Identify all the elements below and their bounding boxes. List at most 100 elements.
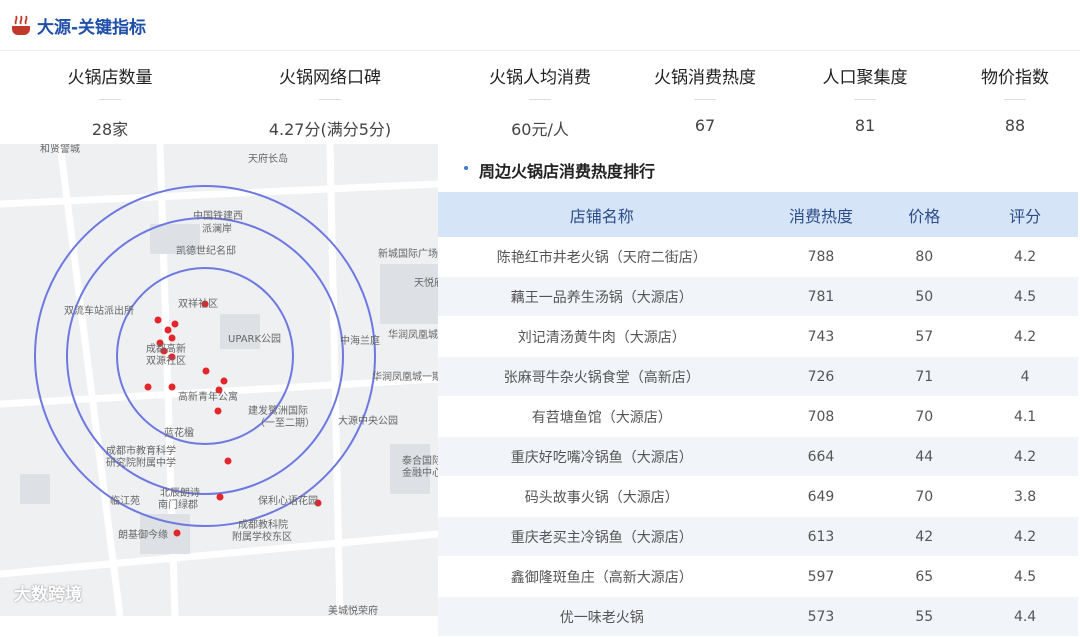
kpi-label: 人口聚集度 — [822, 68, 908, 88]
store-marker — [168, 383, 176, 391]
table-row[interactable]: 陈艳红市井老火锅（天府二街店） 788 80 4.2 — [438, 237, 1078, 277]
table-row[interactable]: 有苕塘鱼馆（大源店） 708 70 4.1 — [438, 396, 1078, 437]
table-row[interactable]: 重庆好吃嘴冷锅鱼（大源店） 664 44 4.2 — [438, 436, 1078, 477]
heat-cell: 597 — [765, 556, 877, 597]
store-marker — [216, 493, 224, 501]
store-name: 刘记清汤黄牛肉（大源店） — [438, 316, 766, 357]
map-label: 大源中央公园 — [338, 416, 398, 427]
rating-cell: 4.2 — [972, 436, 1078, 477]
map-label: 双源社区 — [146, 356, 186, 367]
rating-cell: 4.2 — [972, 237, 1078, 277]
store-name: 重庆老买主冷锅鱼（大源店） — [438, 516, 766, 557]
column-header-heat[interactable]: 消费热度 — [765, 192, 877, 237]
store-marker — [168, 334, 176, 342]
table-row[interactable]: 鑫御隆斑鱼庄（高新大源店） 597 65 4.5 — [438, 556, 1078, 597]
page-title: 大源-关键指标 — [37, 18, 147, 38]
price-cell: 71 — [876, 356, 973, 397]
kpi-reputation: 火锅网络口碑 4.27分(满分5分) — [220, 51, 440, 145]
store-name: 陈艳红市井老火锅（天府二街店） — [438, 237, 766, 277]
table-row[interactable]: 张麻哥牛杂火锅食堂（高新店） 726 71 4 — [438, 356, 1078, 397]
map-label: 成都高新 — [146, 344, 186, 355]
rating-cell: 4.2 — [972, 516, 1078, 557]
map-label: 华润凤凰城一期 — [372, 372, 438, 383]
heat-cell: 708 — [765, 396, 877, 437]
rating-cell: 4.4 — [972, 596, 1078, 637]
heat-cell: 788 — [765, 237, 877, 277]
heat-cell: 743 — [765, 316, 877, 357]
map-label: 天府长岛 — [248, 154, 288, 165]
map-label: 研究院附属中学 — [106, 458, 176, 469]
ranking-title: 周边火锅店消费热度排行 — [479, 162, 656, 181]
rating-cell: 4.5 — [972, 556, 1078, 597]
kpi-value: 81 — [854, 116, 876, 135]
map-panel[interactable]: 和贤警城 天府长岛 中国铁建西 派澜岸 凯德世纪名邸 新城国际广场 天悦府 双流… — [0, 144, 438, 616]
price-cell: 55 — [876, 596, 973, 637]
price-cell: 42 — [876, 516, 973, 557]
brand-logo: 大数跨境 — [14, 585, 82, 605]
store-marker — [224, 457, 232, 465]
map-label: 保利心语花园 — [258, 496, 318, 507]
price-cell: 50 — [876, 276, 973, 317]
map-label: （一至二期） — [255, 418, 315, 429]
map-label: 凯德世纪名邸 — [176, 246, 236, 257]
kpi-value: 28家 — [91, 120, 129, 139]
column-header-rating[interactable]: 评分 — [972, 192, 1078, 237]
kpi-value: 60元/人 — [511, 120, 569, 139]
rating-cell: 4 — [972, 356, 1078, 397]
map-label: UPARK公园 — [228, 334, 282, 345]
kpi-label: 火锅店数量 — [67, 68, 153, 88]
map-label: 双祥社区 — [178, 299, 218, 310]
map-label: 中海兰庭 — [340, 336, 380, 347]
store-name: 重庆好吃嘴冷锅鱼（大源店） — [438, 436, 766, 477]
store-marker — [154, 316, 162, 324]
store-marker — [220, 377, 228, 385]
map-label: 成都市教育科学 — [106, 446, 176, 457]
kpi-row: 火锅店数量 28家 火锅网络口碑 4.27分(满分5分) 火锅人均消费 60元/… — [0, 50, 1080, 145]
table-row[interactable]: 刘记清汤黄牛肉（大源店） 743 57 4.2 — [438, 316, 1078, 357]
heat-cell: 573 — [765, 596, 877, 637]
map-label: 南门绿郡 — [158, 500, 198, 511]
rating-cell: 4.2 — [972, 316, 1078, 357]
map-label: 华润凤凰城 — [388, 330, 438, 341]
map-label: 天悦府 — [414, 278, 438, 289]
ranking-table: 店铺名称 消费热度 价格 评分 陈艳红市井老火锅（天府二街店） 788 80 4.2 … — [438, 192, 1078, 637]
kpi-population: 人口聚集度 81 — [790, 51, 940, 145]
rating-cell: 4.1 — [972, 396, 1078, 437]
map-label: 双流车站派出所 — [64, 306, 134, 317]
table-row[interactable]: 码头故事火锅（大源店） 649 70 3.8 — [438, 476, 1078, 517]
map-label: 临江苑 — [110, 496, 140, 507]
price-cell: 70 — [876, 396, 973, 437]
kpi-value: 88 — [1004, 116, 1026, 135]
price-cell: 65 — [876, 556, 973, 597]
store-name: 鑫御隆斑鱼庄（高新大源店） — [438, 556, 766, 597]
kpi-label: 火锅消费热度 — [654, 68, 756, 88]
ranking-panel: 周边火锅店消费热度排行 店铺名称 消费热度 价格 评分 陈艳红市井老火锅（天府二… — [438, 144, 1080, 637]
store-name: 藕王一品养生汤锅（大源店） — [438, 276, 766, 317]
kpi-store-count: 火锅店数量 28家 — [0, 51, 220, 145]
map-label: 高新青年公寓 — [178, 392, 238, 403]
table-row[interactable]: 优一味老火锅 573 55 4.4 — [438, 596, 1078, 637]
map-label: 金融中心 — [402, 468, 438, 479]
column-header-price[interactable]: 价格 — [876, 192, 973, 237]
hotpot-icon — [12, 15, 30, 35]
divider — [319, 99, 341, 100]
map-label: 蓝花楹 — [164, 428, 194, 439]
table-row[interactable]: 藕王一品养生汤锅（大源店） 781 50 4.5 — [438, 276, 1078, 317]
store-marker — [144, 383, 152, 391]
divider — [1004, 99, 1026, 100]
table-row[interactable]: 重庆老买主冷锅鱼（大源店） 613 42 4.2 — [438, 516, 1078, 557]
divider — [854, 99, 876, 100]
store-marker — [202, 367, 210, 375]
kpi-heat: 火锅消费热度 67 — [640, 51, 770, 145]
column-header-name[interactable]: 店铺名称 — [438, 192, 766, 237]
map-label: 成都教科院 — [238, 520, 288, 531]
map-label: 北辰朗诗 — [160, 488, 200, 499]
map-label: 建发鹭洲国际 — [248, 406, 308, 417]
rating-cell: 4.5 — [972, 276, 1078, 317]
kpi-label: 火锅人均消费 — [489, 68, 591, 88]
map-label: 美城悦荣府 — [328, 606, 378, 616]
heat-cell: 649 — [765, 476, 877, 517]
kpi-value: 4.27分(满分5分) — [268, 120, 392, 139]
heat-cell: 726 — [765, 356, 877, 397]
map-label: 派澜岸 — [202, 224, 232, 235]
